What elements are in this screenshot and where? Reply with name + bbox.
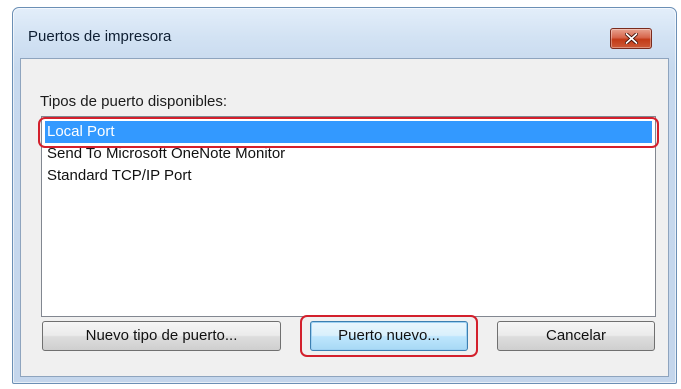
new-port-type-button[interactable]: Nuevo tipo de puerto...	[42, 321, 281, 351]
cancel-button[interactable]: Cancelar	[497, 321, 655, 351]
new-port-button[interactable]: Puerto nuevo...	[310, 321, 468, 351]
dialog-title: Puertos de impresora	[28, 28, 172, 45]
port-types-label: Tipos de puerto disponibles:	[40, 93, 228, 110]
close-icon	[625, 33, 638, 44]
dialog-window: Puertos de impresora Tipos de puerto dis…	[12, 7, 677, 384]
title-bar[interactable]: Puertos de impresora	[13, 8, 676, 49]
close-button[interactable]	[610, 28, 652, 49]
dialog-body: Tipos de puerto disponibles: Local Port …	[20, 58, 669, 377]
list-item-standard-tcp-ip-port[interactable]: Standard TCP/IP Port	[45, 165, 652, 187]
selection-highlight-annotation	[38, 117, 659, 148]
